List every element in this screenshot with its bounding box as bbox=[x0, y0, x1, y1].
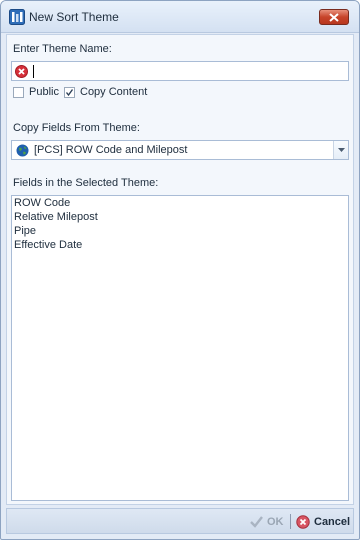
copy-fields-label: Copy Fields From Theme: bbox=[13, 122, 140, 134]
sort-theme-icon bbox=[9, 9, 25, 25]
fields-label: Fields in the Selected Theme: bbox=[13, 177, 159, 189]
copy-fields-select[interactable]: [PCS] ROW Code and Milepost bbox=[11, 140, 349, 160]
ok-button[interactable]: OK bbox=[250, 514, 284, 530]
close-button[interactable] bbox=[319, 9, 349, 25]
list-item[interactable]: Pipe bbox=[12, 224, 348, 238]
dropdown-button[interactable] bbox=[333, 141, 348, 159]
dialog-footer: OK Cancel bbox=[6, 508, 354, 534]
copy-content-label: Copy Content bbox=[80, 86, 148, 98]
title-bar[interactable]: New Sort Theme bbox=[1, 1, 359, 33]
theme-name-input[interactable] bbox=[11, 61, 349, 81]
error-icon bbox=[15, 65, 28, 78]
list-item[interactable]: Relative Milepost bbox=[12, 210, 348, 224]
public-checkbox[interactable] bbox=[13, 87, 24, 98]
chevron-down-icon bbox=[337, 148, 345, 152]
list-item[interactable]: ROW Code bbox=[12, 196, 348, 210]
form-panel: Enter Theme Name: Public Copy Content Co… bbox=[6, 34, 354, 505]
checkmark-icon bbox=[250, 516, 263, 528]
cancel-label: Cancel bbox=[314, 516, 351, 528]
copy-content-checkbox[interactable] bbox=[64, 87, 75, 98]
window-title: New Sort Theme bbox=[29, 10, 119, 24]
close-icon bbox=[329, 12, 339, 22]
cancel-icon bbox=[296, 515, 310, 529]
cancel-button[interactable]: Cancel bbox=[296, 514, 350, 530]
text-caret bbox=[33, 65, 34, 78]
fields-list[interactable]: ROW Code Relative Milepost Pipe Effectiv… bbox=[11, 195, 349, 501]
button-separator bbox=[290, 514, 291, 529]
list-item[interactable]: Effective Date bbox=[12, 238, 348, 252]
checkmark-icon bbox=[65, 89, 74, 97]
theme-name-label: Enter Theme Name: bbox=[13, 43, 112, 55]
dialog-window: New Sort Theme Enter Theme Name: Public … bbox=[0, 0, 360, 540]
ok-label: OK bbox=[267, 516, 284, 528]
public-label: Public bbox=[29, 86, 59, 98]
copy-fields-selected: [PCS] ROW Code and Milepost bbox=[34, 144, 188, 156]
globe-icon bbox=[16, 144, 29, 157]
